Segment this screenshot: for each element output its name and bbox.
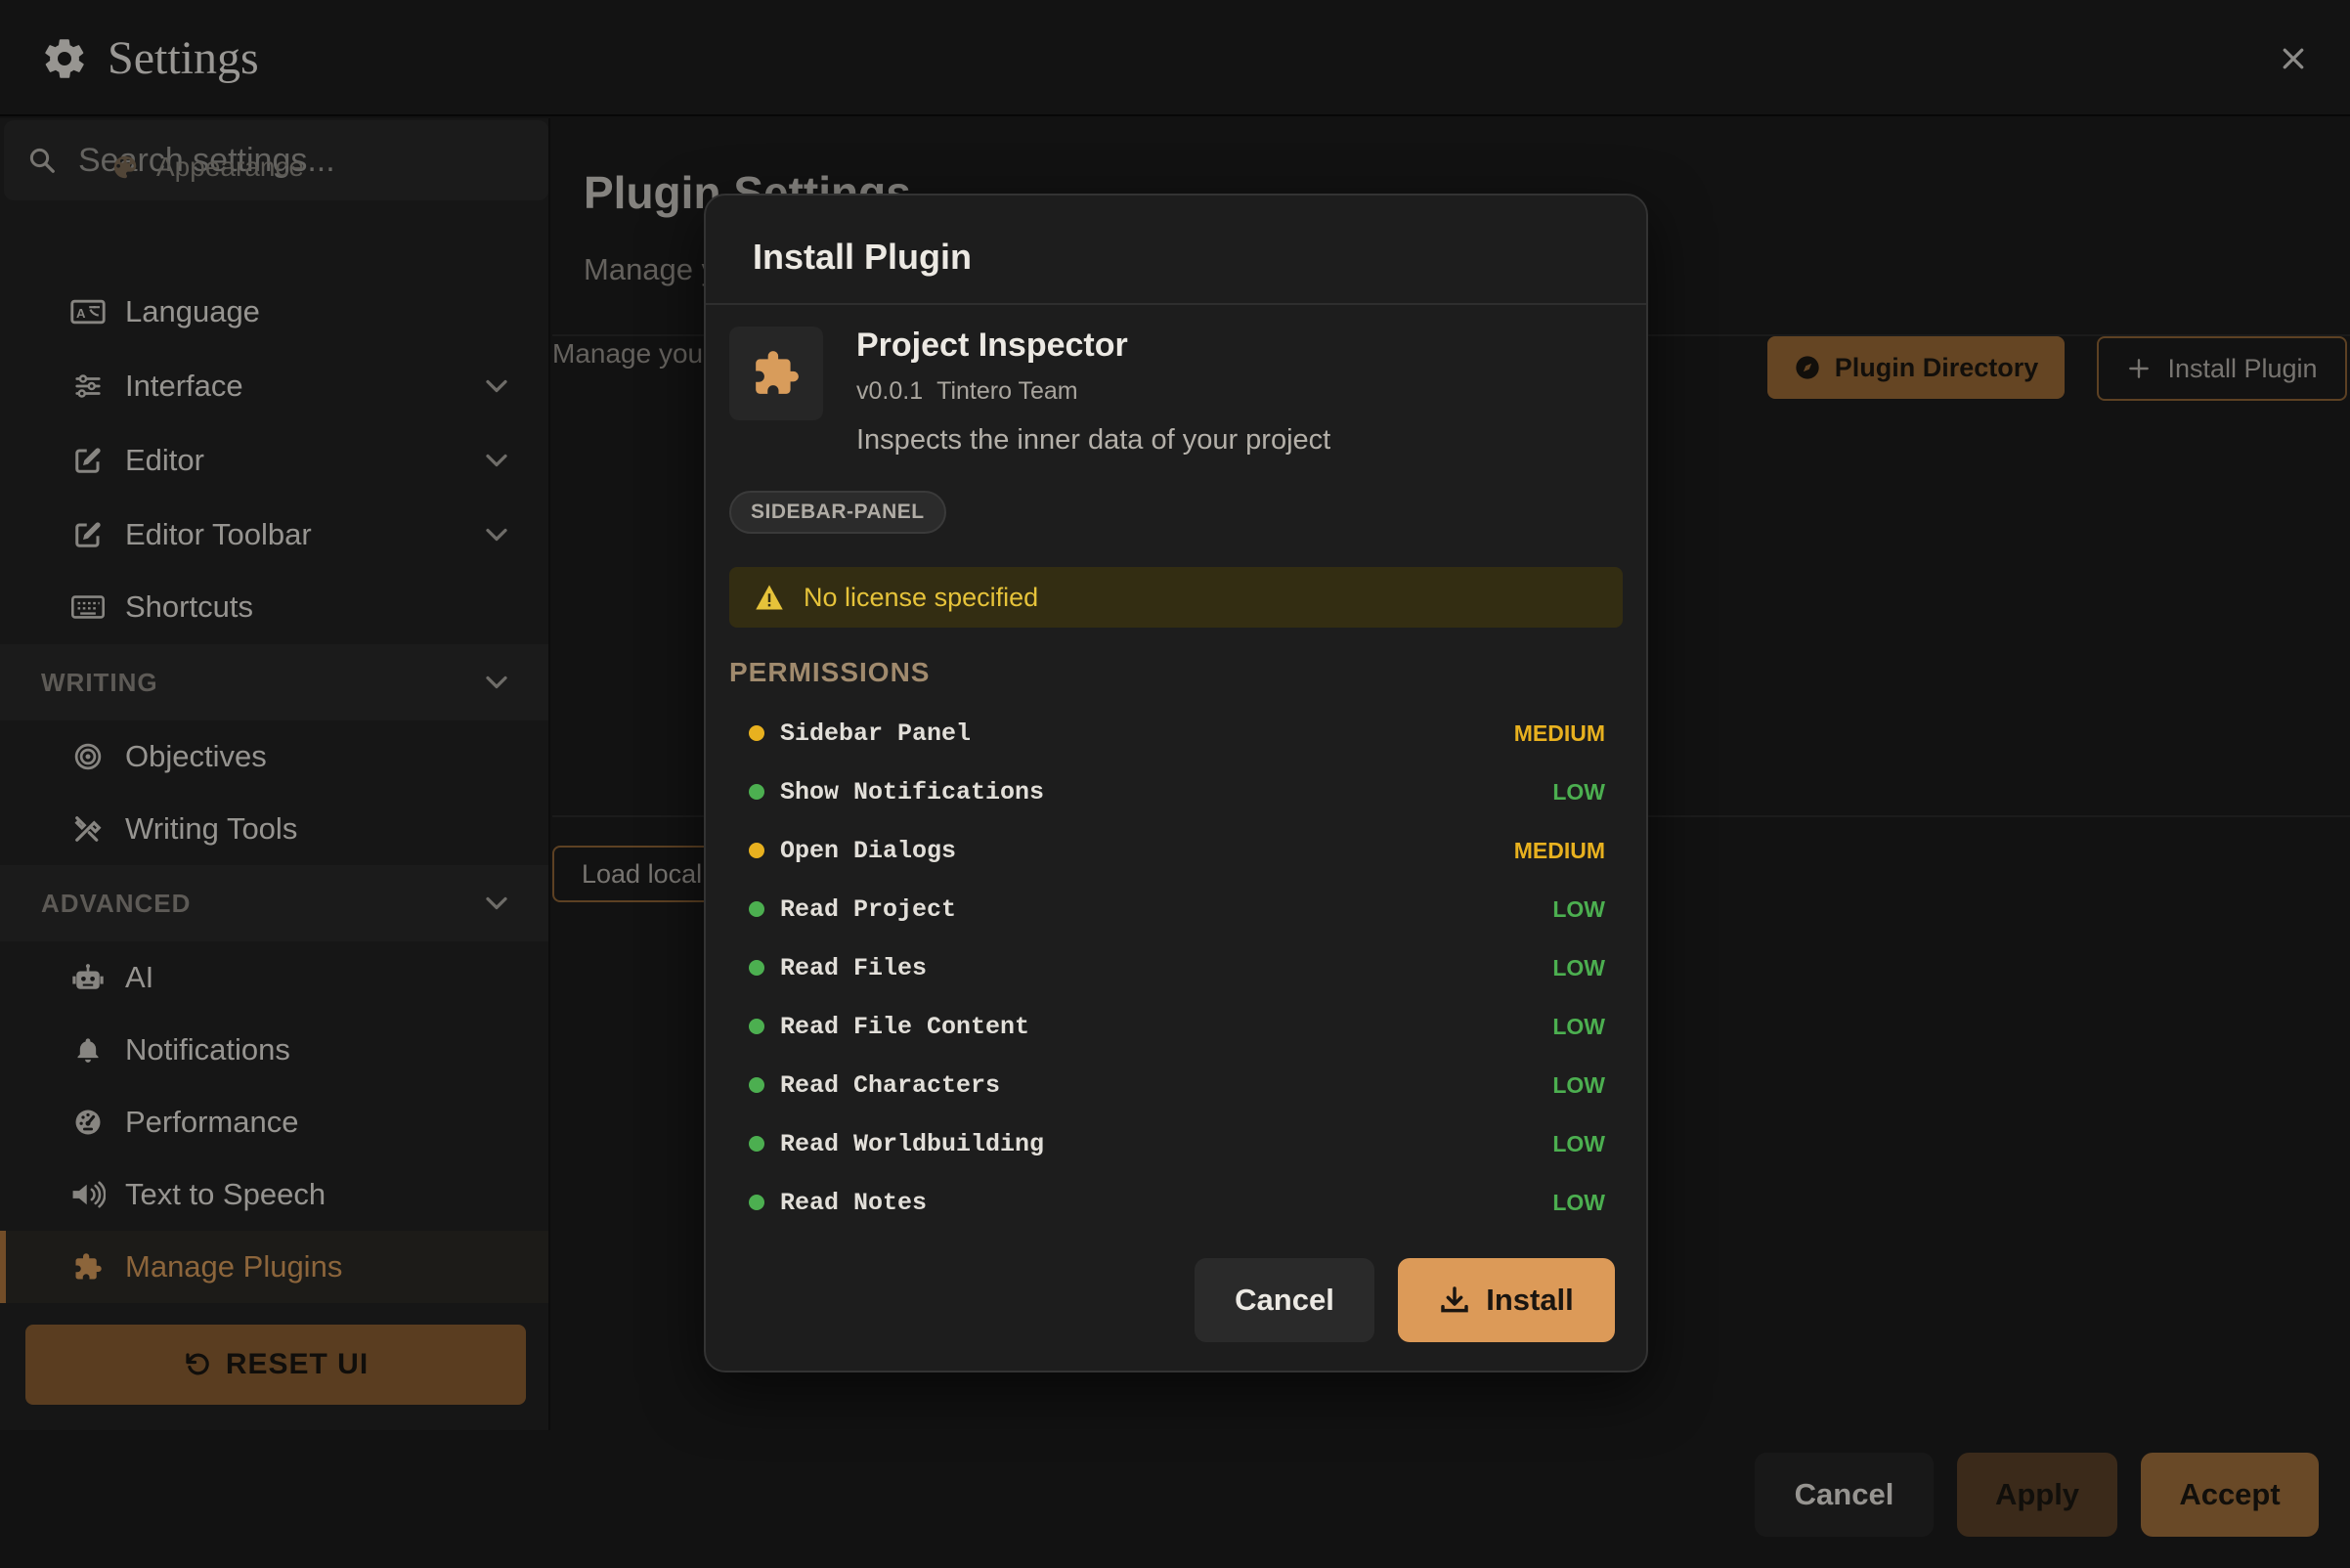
permission-row: Read File Content LOW [749,1007,1605,1046]
install-label: Install [1486,1283,1574,1317]
permission-row: Read Project LOW [749,890,1605,929]
dialog-title: Install Plugin [753,237,973,277]
warning-icon [756,585,783,610]
license-warning: No license specified [729,567,1623,628]
permission-name: Open Dialogs [780,836,957,865]
permissions-heading: PERMISSIONS [729,657,931,687]
risk-dot [749,1195,764,1210]
plugin-meta: v0.0.1 Tintero Team [856,377,1092,406]
permission-row: Read Worldbuilding LOW [749,1124,1605,1163]
permission-risk: LOW [1552,1071,1605,1098]
risk-dot [749,725,764,741]
puzzle-icon [756,351,799,394]
permission-risk: LOW [1552,895,1605,922]
dialog-cancel-button[interactable]: Cancel [1195,1258,1374,1342]
permission-row: Show Notifications LOW [749,772,1605,811]
divider [706,303,1646,305]
permission-row: Open Dialogs MEDIUM [749,831,1605,870]
settings-window: Settings Appearance A Language [0,0,2350,1568]
permission-row: Read Characters LOW [749,1066,1605,1105]
permission-risk: LOW [1552,778,1605,805]
plugin-description: Inspects the inner data of your project [856,424,1331,456]
permission-row: Read Files LOW [749,948,1605,987]
permission-risk: MEDIUM [1513,719,1605,746]
plugin-type-badge: SIDEBAR-PANEL [729,491,946,534]
plugin-avatar [729,327,823,420]
permission-name: Read Notes [780,1188,928,1217]
risk-dot [749,784,764,800]
dialog-install-button[interactable]: Install [1398,1258,1615,1342]
risk-dot [749,960,764,976]
permission-risk: LOW [1552,1130,1605,1156]
risk-dot [749,1136,764,1152]
permission-risk: LOW [1552,1013,1605,1039]
permission-name: Read Files [780,953,928,982]
risk-dot [749,1019,764,1034]
permission-name: Read Project [780,894,957,924]
permission-name: Read Characters [780,1070,1001,1100]
plugin-name: Project Inspector [856,327,1128,364]
plugin-author: Tintero Team [936,377,1078,405]
permission-name: Read Worldbuilding [780,1129,1045,1158]
risk-dot [749,843,764,858]
plugin-version: v0.0.1 [856,377,924,405]
risk-dot [749,901,764,917]
permission-risk: LOW [1552,1189,1605,1215]
warning-text: No license specified [804,582,1039,612]
permission-risk: LOW [1552,954,1605,980]
permission-row: Read Notes LOW [749,1183,1605,1222]
permission-name: Sidebar Panel [780,719,972,748]
install-plugin-dialog: Install Plugin Project Inspector v0.0.1 T… [704,194,1648,1372]
permission-risk: MEDIUM [1513,837,1605,863]
permission-name: Read File Content [780,1012,1030,1041]
permission-name: Show Notifications [780,777,1045,806]
risk-dot [749,1077,764,1093]
permission-row: Sidebar Panel MEDIUM [749,714,1605,753]
download-icon [1441,1286,1468,1313]
